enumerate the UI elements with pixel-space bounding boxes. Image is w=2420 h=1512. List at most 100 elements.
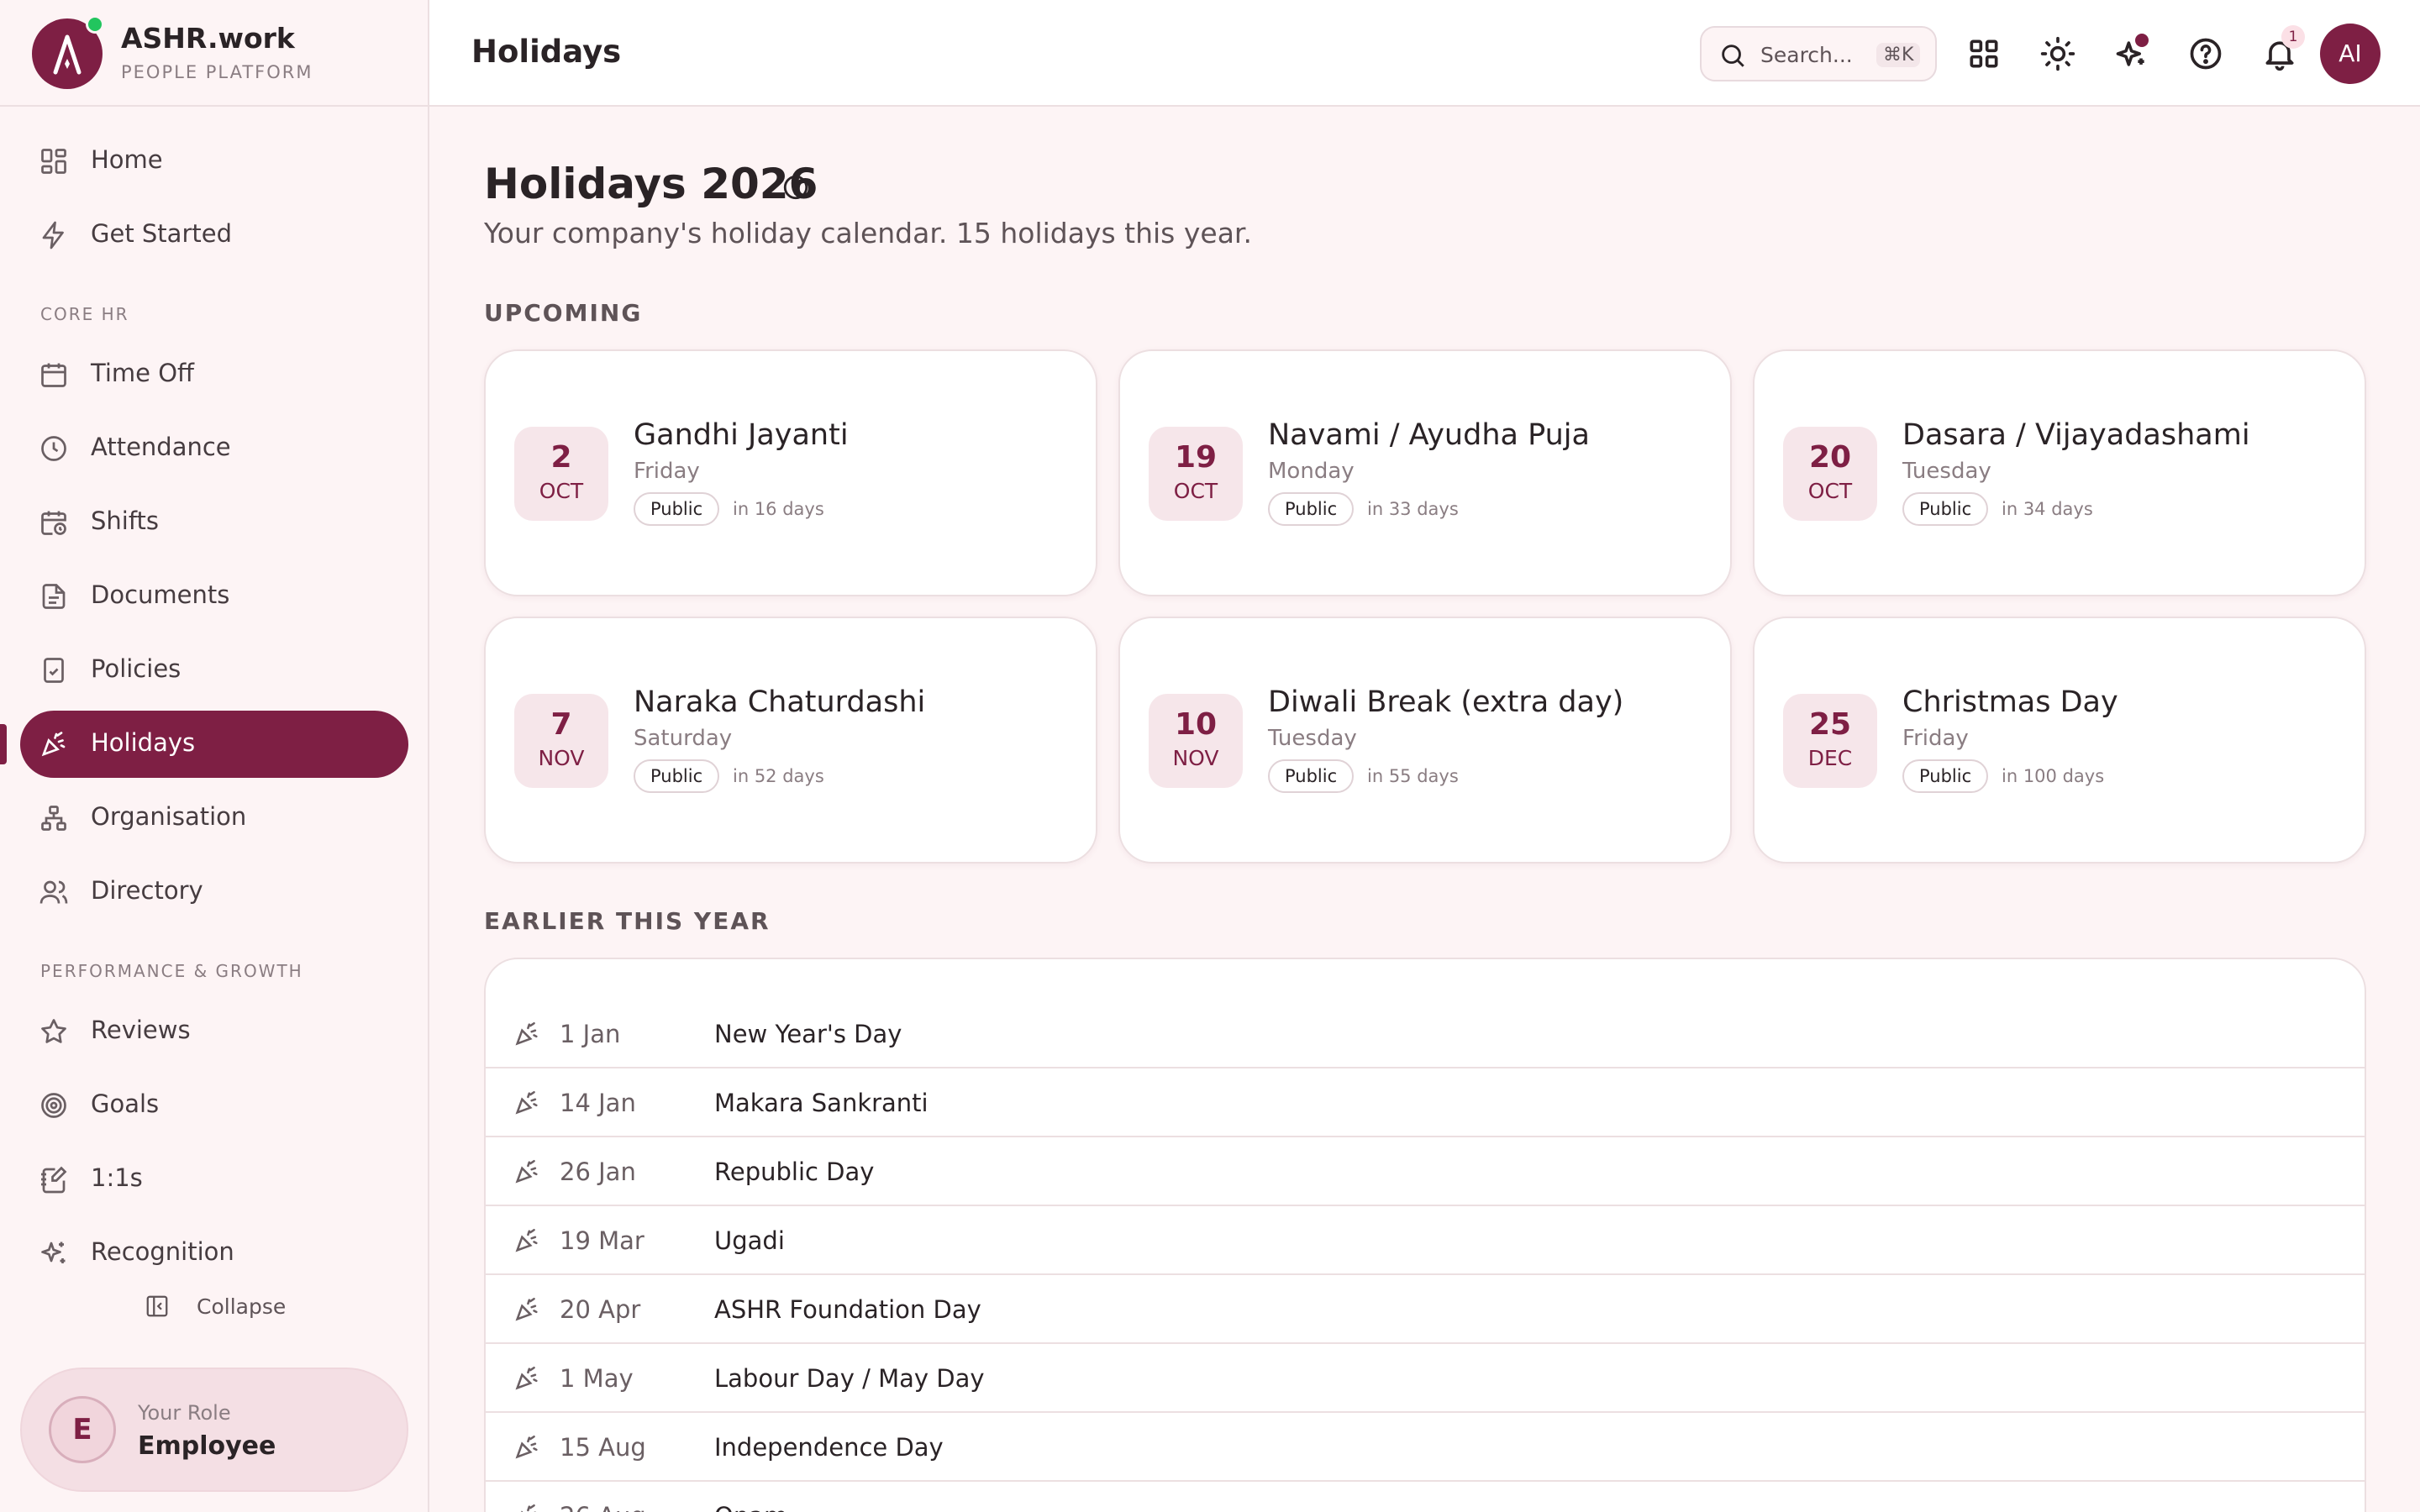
sidebar-item-shifts[interactable]: Shifts xyxy=(20,489,408,556)
holiday-card[interactable]: 10 NOV Diwali Break (extra day) Tuesday … xyxy=(1118,617,1732,864)
holiday-weekday: Tuesday xyxy=(1268,726,1357,751)
list-item[interactable]: 15 Aug Independence Day xyxy=(486,1413,2365,1482)
brand-header: ASHR.work PEOPLE PLATFORM xyxy=(0,0,428,107)
date-badge: 25 DEC xyxy=(1783,694,1877,788)
date-badge: 2 OCT xyxy=(514,427,608,521)
party-popper-icon xyxy=(515,1435,538,1459)
date-badge: 7 NOV xyxy=(514,694,608,788)
sidebar-item-holidays[interactable]: Holidays xyxy=(20,711,408,778)
holiday-name: ASHR Foundation Day xyxy=(714,1295,981,1324)
sidebar-item-reviews[interactable]: Reviews xyxy=(20,998,408,1065)
list-item[interactable]: 1 May Labour Day / May Day xyxy=(486,1344,2365,1413)
holiday-weekday: Friday xyxy=(634,459,700,484)
apps-grid-icon[interactable] xyxy=(1965,35,2002,72)
search-icon xyxy=(1722,45,1744,67)
org-chart-icon xyxy=(41,806,66,831)
holiday-card[interactable]: 2 OCT Gandhi Jayanti Friday Public in 16… xyxy=(484,349,1097,596)
list-item[interactable]: 20 Apr ASHR Foundation Day xyxy=(486,1275,2365,1344)
search-input[interactable]: Search... ⌘K xyxy=(1700,26,1937,81)
sun-icon[interactable] xyxy=(2039,35,2076,72)
date-month: NOV xyxy=(538,746,585,770)
sidebar-item-attendance[interactable]: Attendance xyxy=(20,415,408,482)
date-month: DEC xyxy=(1807,746,1853,770)
section-heading-upcoming: UPCOMING xyxy=(484,299,643,327)
sidebar-item-label: Home xyxy=(91,145,163,174)
holiday-name: Navami / Ayudha Puja xyxy=(1268,418,1590,452)
party-popper-icon xyxy=(515,1090,538,1115)
date-month: OCT xyxy=(539,479,584,503)
holiday-name: New Year's Day xyxy=(714,1020,902,1048)
holiday-card[interactable]: 19 OCT Navami / Ayudha Puja Monday Publi… xyxy=(1118,349,1732,596)
holiday-name: Ugadi xyxy=(714,1226,785,1255)
page-title: Holidays 2026 xyxy=(484,160,818,208)
holiday-card[interactable]: 20 OCT Dasara / Vijayadashami Tuesday Pu… xyxy=(1753,349,2366,596)
sidebar-item-home[interactable]: Home xyxy=(20,128,408,195)
calendar-clock-icon xyxy=(41,511,66,535)
holiday-name: Diwali Break (extra day) xyxy=(1268,685,1624,719)
sidebar-item-label: Reviews xyxy=(91,1016,191,1044)
sidebar-item-recognition[interactable]: Recognition xyxy=(20,1220,408,1287)
sidebar-item-policies[interactable]: Policies xyxy=(20,637,408,704)
list-item[interactable]: 1 Jan New Year's Day xyxy=(486,1000,2365,1068)
sidebar-item-label: Holidays xyxy=(91,728,196,757)
list-item[interactable]: 19 Mar Ugadi xyxy=(486,1206,2365,1275)
clipboard-check-icon xyxy=(44,658,64,683)
holiday-type-badge: Public xyxy=(634,759,720,793)
brand-name: ASHR.work xyxy=(121,22,295,55)
holiday-type-badge: Public xyxy=(1268,759,1355,793)
sidebar-item-goals[interactable]: Goals xyxy=(20,1072,408,1139)
date-month: OCT xyxy=(1807,479,1853,503)
holiday-card[interactable]: 25 DEC Christmas Day Friday Public in 10… xyxy=(1753,617,2366,864)
party-popper-icon xyxy=(515,1021,538,1046)
list-item[interactable]: 26 Aug Onam xyxy=(486,1482,2365,1512)
user-avatar[interactable]: AI xyxy=(2320,24,2381,84)
holiday-countdown: in 52 days xyxy=(733,766,824,786)
date-day: 25 xyxy=(1808,707,1852,742)
sidebar-item-directory[interactable]: Directory xyxy=(20,858,408,926)
header-title: Holidays xyxy=(471,34,622,70)
date-day: 19 xyxy=(1174,440,1218,475)
sidebar-item-get-started[interactable]: Get Started xyxy=(20,202,408,269)
date-badge: 19 OCT xyxy=(1149,427,1243,521)
section-label-core-hr: CORE HR xyxy=(40,304,129,324)
holiday-type-badge: Public xyxy=(1902,759,1989,793)
holiday-countdown: in 55 days xyxy=(1367,766,1459,786)
earlier-holidays-list: 1 Jan New Year's Day 14 Jan Makara Sankr… xyxy=(484,958,2366,1512)
holiday-card[interactable]: 7 NOV Naraka Chaturdashi Saturday Public… xyxy=(484,617,1097,864)
holiday-date: 20 Apr xyxy=(560,1295,641,1324)
holiday-weekday: Saturday xyxy=(634,726,733,751)
sidebar-item-time-off[interactable]: Time Off xyxy=(20,341,408,408)
sidebar-item-documents[interactable]: Documents xyxy=(20,563,408,630)
holiday-date: 26 Jan xyxy=(560,1158,636,1186)
role-value: Employee xyxy=(138,1431,276,1461)
help-icon[interactable] xyxy=(2187,35,2224,72)
sidebar-item-one-on-ones[interactable]: 1:1s xyxy=(20,1146,408,1213)
date-day: 20 xyxy=(1808,440,1852,475)
holiday-countdown: in 34 days xyxy=(2002,499,2093,519)
search-placeholder: Search... xyxy=(1760,43,1853,67)
party-popper-icon xyxy=(515,1159,538,1184)
calendar-icon xyxy=(41,363,66,387)
users-icon xyxy=(39,880,68,904)
bolt-icon xyxy=(42,221,64,249)
date-badge: 10 NOV xyxy=(1149,694,1243,788)
holiday-date: 26 Aug xyxy=(560,1502,646,1512)
list-item[interactable]: 14 Jan Makara Sankranti xyxy=(486,1068,2365,1137)
role-avatar: E xyxy=(49,1396,116,1463)
help-icon[interactable] xyxy=(781,173,810,202)
holiday-date: 15 Aug xyxy=(560,1433,646,1462)
holiday-name: Labour Day / May Day xyxy=(714,1364,985,1393)
sidebar: ASHR.work PEOPLE PLATFORM Home Get Start… xyxy=(0,0,429,1512)
sidebar-item-label: 1:1s xyxy=(91,1163,143,1192)
notebook-pen-icon xyxy=(41,1166,67,1194)
holiday-name: Independence Day xyxy=(714,1433,944,1462)
holiday-countdown: in 100 days xyxy=(2002,766,2105,786)
sidebar-item-organisation[interactable]: Organisation xyxy=(20,785,408,852)
holiday-type-badge: Public xyxy=(634,492,720,526)
sidebar-item-label: Get Started xyxy=(91,219,232,248)
role-card[interactable]: E Your Role Employee xyxy=(20,1368,408,1492)
clock-icon xyxy=(41,436,66,461)
holiday-name: Onam xyxy=(714,1502,787,1512)
list-item[interactable]: 26 Jan Republic Day xyxy=(486,1137,2365,1206)
grid-icon xyxy=(41,149,66,174)
